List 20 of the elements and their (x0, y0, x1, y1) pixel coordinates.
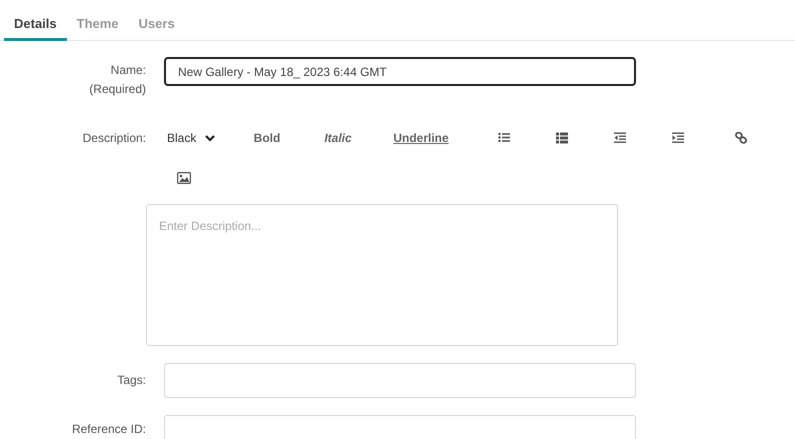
italic-button[interactable]: Italic (296, 126, 380, 150)
required-note: (Required) (89, 81, 146, 97)
outdent-icon (614, 132, 626, 144)
link-icon (735, 132, 747, 144)
color-dropdown[interactable]: Black (158, 126, 238, 150)
field-label: Description: (82, 130, 146, 146)
underline-button[interactable]: Underline (380, 126, 462, 150)
tags-field[interactable] (164, 363, 636, 398)
field-label: Name: (110, 62, 146, 78)
bulleted-list-icon (498, 132, 510, 144)
chevron-down-icon (205, 134, 216, 142)
indent-icon (672, 132, 684, 144)
bold-button[interactable]: Bold (238, 126, 296, 150)
field-label: Reference ID: (70, 421, 146, 437)
image-icon (177, 172, 191, 184)
tab[interactable]: Details (4, 0, 67, 41)
list-icon (556, 132, 568, 144)
name-field[interactable]: New Gallery - May 18_ 2023 6:44 GMT (164, 57, 636, 86)
field-label: Tags: (116, 372, 146, 388)
description-field[interactable]: Enter Description... (146, 204, 618, 346)
